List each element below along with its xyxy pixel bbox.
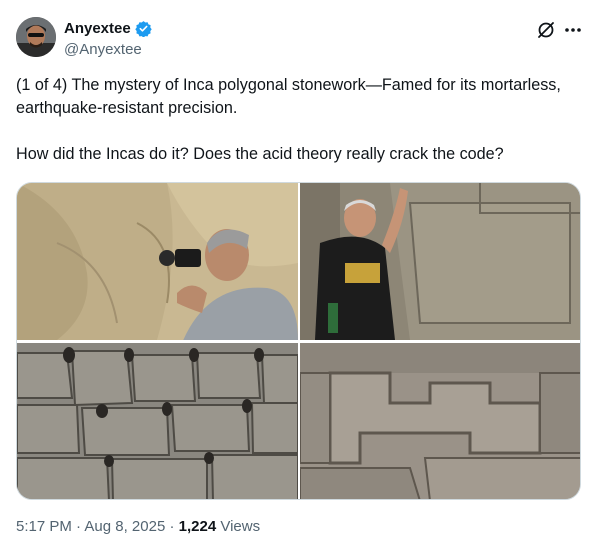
tweet-date[interactable]: Aug 8, 2025 (84, 518, 165, 535)
author-name-row: Anyextee (64, 20, 152, 38)
photo-stepped-stone-joint[interactable] (300, 343, 580, 499)
photo-polygonal-wall-with-shadows[interactable] (17, 343, 298, 499)
grok-icon[interactable] (536, 20, 556, 40)
meta-separator: · (76, 518, 82, 535)
author-handle[interactable]: @Anyextee (64, 41, 142, 58)
author-display-name[interactable]: Anyextee (64, 20, 131, 37)
avatar-image (16, 17, 56, 57)
views-label: Views (220, 518, 261, 535)
tweet-meta: 5:17 PM · Aug 8, 2025 · 1,224 Views (16, 518, 260, 535)
more-options-icon[interactable] (562, 20, 584, 40)
meta-separator-2: · (169, 518, 175, 535)
photo-man-with-camera-at-stone-wall[interactable] (17, 183, 298, 340)
tweet-time[interactable]: 5:17 PM (16, 518, 72, 535)
media-grid (16, 182, 581, 500)
views-count: 1,224 (178, 518, 217, 535)
tweet-text: (1 of 4) The mystery of Inca polygonal s… (16, 76, 561, 163)
verified-badge-icon (134, 20, 152, 38)
photo-man-posing-at-stone-wall[interactable] (300, 183, 580, 340)
avatar[interactable] (16, 17, 56, 57)
